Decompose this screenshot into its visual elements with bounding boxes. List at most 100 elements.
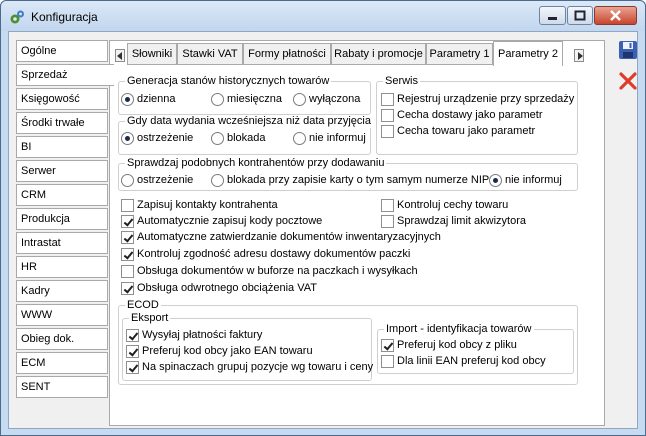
serwis-check-1-checkbox-icon[interactable] [381, 109, 394, 122]
gdy-data-option-1-radio-icon[interactable] [211, 132, 224, 145]
sprawdzaj-option-2-label: nie informuj [505, 174, 562, 186]
sidebar-item-crm[interactable]: CRM [16, 184, 108, 206]
param-check-4-checkbox-icon[interactable] [121, 231, 134, 244]
generacja-option-1-radio-icon[interactable] [211, 93, 224, 106]
tab-stawki-vat[interactable]: Stawki VAT [177, 43, 243, 65]
sidebar-item-ogolne[interactable]: Ogólne [16, 40, 108, 62]
save-button[interactable] [617, 39, 639, 61]
param-check-7-label: Obsługa odwrotnego obciążenia VAT [137, 282, 317, 294]
sprawdzaj-option-0[interactable]: ostrzeżenie [121, 174, 193, 187]
gdy-data-option-0-radio-icon[interactable] [121, 132, 134, 145]
maximize-button[interactable] [567, 6, 593, 25]
param-check-1-checkbox-icon[interactable] [381, 199, 394, 212]
generacja-option-2-radio-icon[interactable] [293, 93, 306, 106]
tab-slowniki[interactable]: Słowniki [127, 43, 177, 65]
generacja-option-2[interactable]: wyłączona [293, 93, 360, 106]
eksport-check-1-checkbox-icon[interactable] [126, 345, 139, 358]
tab-parametry-2[interactable]: Parametry 2 [493, 41, 563, 66]
param-check-6-checkbox-icon[interactable] [121, 265, 134, 278]
serwis-check-0-label: Rejestruj urządzenie przy sprzedaży [397, 93, 575, 105]
import-check-0-label: Preferuj kod obcy z pliku [397, 339, 517, 351]
window-title: Konfiguracja [31, 10, 98, 24]
minimize-button[interactable] [539, 6, 566, 25]
param-check-2-label: Automatycznie zapisuj kody pocztowe [137, 215, 323, 227]
param-check-4[interactable]: Automatyczne zatwierdzanie dokumentów in… [121, 231, 441, 244]
client-area: Ogólne Sprzedaż Księgowość Środki trwałe BI S… [8, 31, 638, 429]
param-check-0[interactable]: Zapisuj kontakty kontrahenta [121, 199, 278, 212]
param-check-5[interactable]: Kontroluj zgodność adresu dostawy dokume… [121, 248, 410, 261]
eksport-check-1[interactable]: Preferuj kod obcy jako EAN towaru [126, 345, 313, 358]
sidebar-item-ksiegowosc[interactable]: Księgowość [16, 88, 108, 110]
import-check-0[interactable]: Preferuj kod obcy z pliku [381, 339, 517, 352]
serwis-check-2-checkbox-icon[interactable] [381, 125, 394, 138]
generacja-option-0[interactable]: dzienna [121, 93, 176, 106]
gdy-data-option-0[interactable]: ostrzeżenie [121, 132, 193, 145]
tab-scroll-left-icon[interactable] [115, 49, 125, 62]
param-check-6-label: Obsługa dokumentów w buforze na paczkach… [137, 265, 418, 277]
sidebar-item-sprzedaz[interactable]: Sprzedaż [16, 64, 114, 86]
gdy-data-option-2-radio-icon[interactable] [293, 132, 306, 145]
eksport-check-0-checkbox-icon[interactable] [126, 329, 139, 342]
sidebar-item-hr[interactable]: HR [16, 256, 108, 278]
tab-scroll-right-icon[interactable] [574, 49, 584, 62]
param-check-0-checkbox-icon[interactable] [121, 199, 134, 212]
param-check-1[interactable]: Kontroluj cechy towaru [381, 199, 508, 212]
import-check-1-checkbox-icon[interactable] [381, 355, 394, 368]
title-bar[interactable]: Konfiguracja [1, 1, 645, 31]
tab-formy-platnosci[interactable]: Formy płatności [243, 43, 331, 65]
param-check-3[interactable]: Sprawdzaj limit akwizytora [381, 215, 526, 228]
serwis-check-0-checkbox-icon[interactable] [381, 93, 394, 106]
serwis-check-2[interactable]: Cecha towaru jako parametr [381, 125, 535, 138]
generacja-option-0-radio-icon[interactable] [121, 93, 134, 106]
sidebar-item-srodki-trwale[interactable]: Środki trwałe [16, 112, 108, 134]
param-check-7-checkbox-icon[interactable] [121, 282, 134, 295]
sidebar-item-www[interactable]: WWW [16, 304, 108, 326]
serwis-check-1[interactable]: Cecha dostawy jako parametr [381, 109, 543, 122]
sidebar-item-bi[interactable]: BI [16, 136, 108, 158]
param-check-2-checkbox-icon[interactable] [121, 215, 134, 228]
generacja-option-1[interactable]: miesięczna [211, 93, 282, 106]
param-check-7[interactable]: Obsługa odwrotnego obciążenia VAT [121, 282, 317, 295]
eksport-check-1-label: Preferuj kod obcy jako EAN towaru [142, 345, 313, 357]
sidebar-item-kadry[interactable]: Kadry [16, 280, 108, 302]
config-window: Konfiguracja Ogólne Sprzedaż Księgowość Śro… [0, 0, 646, 436]
sidebar-item-intrastat[interactable]: Intrastat [16, 232, 108, 254]
param-check-5-label: Kontroluj zgodność adresu dostawy dokume… [137, 248, 411, 260]
tab-rabaty-i-promocje[interactable]: Rabaty i promocje [331, 43, 426, 65]
generacja-option-1-label: miesięczna [227, 93, 283, 105]
sprawdzaj-option-1[interactable]: blokada przy zapisie karty o tym samym n… [211, 174, 489, 187]
sprawdzaj-option-0-label: ostrzeżenie [137, 174, 194, 186]
param-check-6[interactable]: Obsługa dokumentów w buforze na paczkach… [121, 265, 418, 278]
sidebar-item-sent[interactable]: SENT [16, 376, 108, 398]
sprawdzaj-option-0-radio-icon[interactable] [121, 174, 134, 187]
sprawdzaj-option-2-radio-icon[interactable] [489, 174, 502, 187]
gdy-data-option-0-label: ostrzeżenie [137, 132, 194, 144]
param-check-1-label: Kontroluj cechy towaru [397, 199, 509, 211]
param-check-2[interactable]: Automatycznie zapisuj kody pocztowe [121, 215, 322, 228]
sidebar-item-obieg-dok[interactable]: Obieg dok. [16, 328, 108, 350]
floppy-disk-icon [619, 41, 637, 59]
param-check-3-checkbox-icon[interactable] [381, 215, 394, 228]
import-check-0-checkbox-icon[interactable] [381, 339, 394, 352]
sprawdzaj-option-1-radio-icon[interactable] [211, 174, 224, 187]
cancel-button[interactable] [617, 70, 639, 92]
generacja-option-0-label: dzienna [137, 93, 176, 105]
serwis-check-2-label: Cecha towaru jako parametr [397, 125, 536, 137]
eksport-check-2[interactable]: Na spinaczach grupuj pozycje wg towaru i… [126, 361, 373, 374]
eksport-check-2-checkbox-icon[interactable] [126, 361, 139, 374]
eksport-check-0[interactable]: Wysyłaj płatności faktury [126, 329, 262, 342]
param-check-3-label: Sprawdzaj limit akwizytora [397, 215, 526, 227]
import-check-1[interactable]: Dla linii EAN preferuj kod obcy [381, 355, 546, 368]
sidebar-item-ecm[interactable]: ECM [16, 352, 108, 374]
close-button[interactable] [594, 6, 637, 25]
gears-icon [10, 10, 24, 24]
serwis-check-0[interactable]: Rejestruj urządzenie przy sprzedaży [381, 93, 574, 106]
import-check-1-label: Dla linii EAN preferuj kod obcy [397, 355, 546, 367]
sidebar-item-produkcja[interactable]: Produkcja [16, 208, 108, 230]
gdy-data-option-2[interactable]: nie informuj [293, 132, 366, 145]
gdy-data-option-1[interactable]: blokada [211, 132, 266, 145]
param-check-5-checkbox-icon[interactable] [121, 248, 134, 261]
tab-parametry-1[interactable]: Parametry 1 [426, 43, 493, 65]
sprawdzaj-option-2[interactable]: nie informuj [489, 174, 562, 187]
sidebar-item-serwer-wydrukow[interactable]: Serwer wydruków [16, 160, 108, 197]
